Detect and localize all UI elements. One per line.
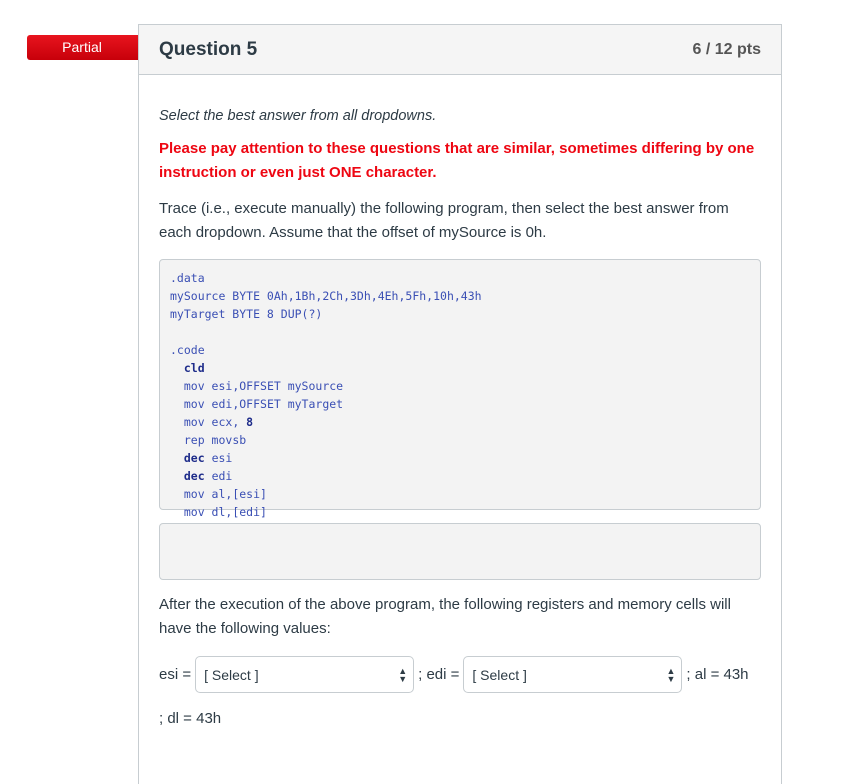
code-line: cld [170,359,750,377]
code-keyword: cld [183,361,205,375]
code-text: mov ecx, [183,415,247,429]
code-line: .data [170,271,205,285]
code-line: mov ecx, 8 [170,413,750,431]
question-card: Question 5 6 / 12 pts Select the best an… [138,24,782,784]
code-line: mov al,[esi] [170,485,750,503]
intro-text: Select the best answer from all dropdown… [159,108,437,124]
code-block: .data mySource BYTE 0Ah,1Bh,2Ch,3Dh,4Eh,… [159,259,761,519]
code-line: rep movsb [170,431,750,449]
code-text: esi [204,451,233,465]
code-text: mov esi,OFFSET mySource [183,379,344,393]
code-keyword: dec [183,469,205,483]
dl-text: ; dl = 43h [159,710,222,727]
esi-select[interactable]: [ Select ] ▲ ▼ [195,656,415,693]
al-text: ; al = 43h [686,666,749,683]
code-text: rep movsb [183,433,247,447]
select-arrows-icon: ▲ ▼ [666,665,676,684]
code-line: myTarget BYTE 8 DUP(?) [170,307,323,321]
code-text: mov al,[esi] [183,487,267,501]
code-line: .code [170,343,205,357]
select-arrows-icon: ▲ ▼ [398,665,408,684]
code-line: mov edi,OFFSET myTarget [170,395,750,413]
code-number: 8 [246,415,254,429]
code-text: mov edi,OFFSET myTarget [183,397,344,411]
trace-text: Trace (i.e., execute manually) the follo… [159,200,729,241]
edi-select-value: [ Select ] [472,666,527,683]
answer-row: esi = [ Select ] ▲ ▼ ; edi = [ Select ] ▲… [159,656,761,693]
code-line: mov esi,OFFSET mySource [170,377,750,395]
esi-label: esi = [159,666,192,683]
question-title: Question 5 [159,38,258,60]
code-line: mySource BYTE 0Ah,1Bh,2Ch,3Dh,4Eh,5Fh,10… [170,289,482,303]
code-line: dec edi [170,467,750,485]
question-body: Select the best answer from all dropdown… [139,108,781,727]
code-text: edi [204,469,233,483]
after-text: After the execution of the above program… [159,596,731,637]
esi-select-value: [ Select ] [204,666,259,683]
code-text: mov dl,[edi] [183,505,267,519]
edi-select[interactable]: [ Select ] ▲ ▼ [463,656,683,693]
status-badge: Partial [27,35,157,60]
question-points: 6 / 12 pts [692,40,761,58]
warning-text: Please pay attention to these questions … [159,140,755,181]
edi-label: ; edi = [418,666,460,683]
code-line: dec esi [170,449,750,467]
empty-content-box [159,523,761,580]
code-line: mov dl,[edi] [170,503,750,521]
question-header: Question 5 6 / 12 pts [139,25,781,75]
code-keyword: dec [183,451,205,465]
